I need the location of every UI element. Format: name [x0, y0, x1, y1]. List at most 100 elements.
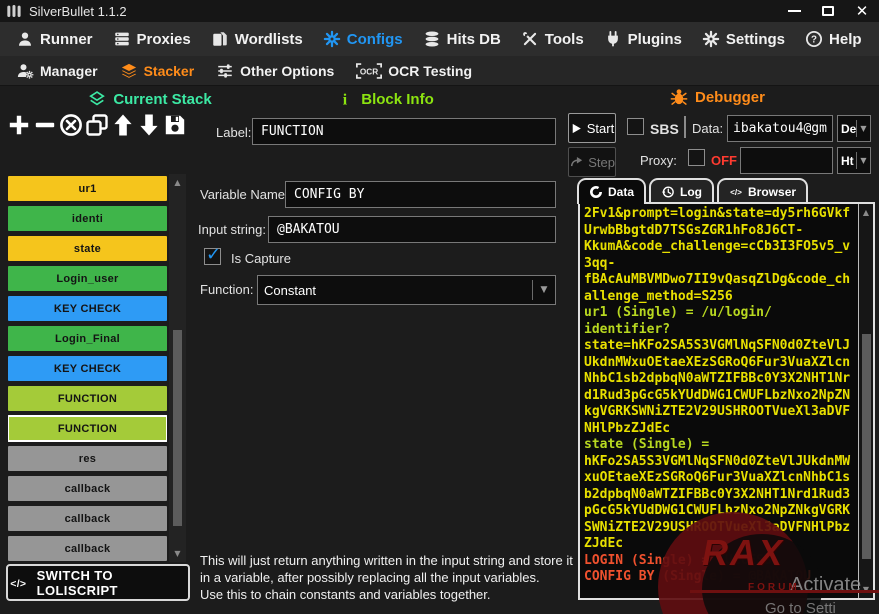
stack-item[interactable]: Login_Final: [8, 326, 167, 351]
scroll-thumb[interactable]: [173, 330, 182, 526]
is-capture-checkbox[interactable]: ✓: [204, 248, 221, 265]
sbs-label: SBS: [650, 121, 679, 137]
menu-item-configs[interactable]: Configs: [315, 27, 411, 51]
play-icon: [570, 122, 583, 135]
block-help-text: This will just return anything written i…: [200, 552, 576, 603]
data-type-value: Def: [838, 122, 856, 136]
debugger-log-panel: 2Fv1&prompt=login&state=dy5rh6GVkfUrwbBb…: [578, 202, 875, 600]
log-lines[interactable]: 2Fv1&prompt=login&state=dy5rh6GVkfUrwbBb…: [584, 206, 855, 596]
variable-name-input[interactable]: [285, 181, 556, 208]
move-up-button[interactable]: [110, 110, 136, 140]
duplicate-block-button[interactable]: [84, 110, 110, 140]
menu-label: OCR Testing: [388, 63, 472, 79]
stack-item[interactable]: FUNCTION: [8, 386, 167, 411]
proxy-type-dropdown[interactable]: Ht ▼: [837, 147, 871, 174]
log-scrollbar[interactable]: ▲ ▼: [858, 204, 873, 598]
submenu-item-other-options[interactable]: Other Options: [208, 59, 342, 83]
proxy-type-value: Ht: [838, 154, 856, 168]
submenu-item-ocr-testing[interactable]: OCR OCR Testing: [348, 59, 480, 83]
menu-label: Other Options: [240, 63, 334, 79]
function-dropdown[interactable]: Constant ▼: [257, 275, 556, 305]
minimize-button[interactable]: [777, 0, 811, 22]
stack-item[interactable]: callback: [8, 536, 167, 561]
window-title: SilverBullet 1.1.2: [29, 4, 127, 19]
section-title: Block Info: [361, 91, 434, 108]
log-line: xuOEtaeXEzSGRoQ6Fur3VuaXZlcnNhbC1s: [584, 470, 855, 487]
menu-item-help[interactable]: ?Help: [797, 27, 870, 51]
input-string-input[interactable]: [268, 216, 556, 243]
data-type-dropdown[interactable]: Def ▼: [837, 115, 871, 142]
stack-item[interactable]: KEY CHECK: [8, 296, 167, 321]
scroll-down-arrow[interactable]: ▼: [169, 549, 186, 558]
main-menu: Runner Proxies Wordlists Configs Hits DB…: [0, 22, 879, 56]
start-label: Start: [587, 121, 614, 136]
switch-to-loliscript-button[interactable]: </> SWITCH TO LOLISCRIPT: [6, 564, 190, 601]
start-button[interactable]: Start: [568, 113, 616, 143]
proxy-status: OFF: [711, 153, 737, 168]
stack-item[interactable]: callback: [8, 506, 167, 531]
submenu-item-stacker[interactable]: Stacker: [112, 59, 203, 83]
tab-data[interactable]: Data: [577, 178, 646, 204]
remove-block-button[interactable]: [32, 110, 58, 140]
stack-item[interactable]: callback: [8, 476, 167, 501]
clear-stack-button[interactable]: [58, 110, 84, 140]
is-capture-label: Is Capture: [231, 251, 291, 266]
section-title: Current Stack: [113, 91, 211, 108]
scroll-up-arrow[interactable]: ▲: [169, 178, 186, 187]
add-block-button[interactable]: [6, 110, 32, 140]
log-line: fBAcAuMBVMDwo7II9vQasqZlDg&code_ch: [584, 272, 855, 289]
tab-log[interactable]: Log: [649, 178, 714, 204]
maximize-button[interactable]: [811, 0, 845, 22]
data-input[interactable]: [727, 115, 833, 142]
stack-item[interactable]: FUNCTION: [8, 416, 167, 441]
menu-item-silver-zone[interactable]: Silver Zone5: [874, 27, 879, 51]
tab-label: Browser: [748, 185, 796, 199]
menu-item-hits-db[interactable]: Hits DB: [415, 27, 509, 51]
menu-label: Configs: [347, 31, 403, 48]
log-line: 3qq-: [584, 256, 855, 273]
save-stack-button[interactable]: [162, 110, 188, 140]
menu-item-runner[interactable]: Runner: [8, 27, 101, 51]
label-input[interactable]: [252, 118, 556, 145]
menu-item-wordlists[interactable]: Wordlists: [203, 27, 311, 51]
proxy-checkbox[interactable]: [688, 149, 705, 166]
menu-item-plugins[interactable]: Plugins: [596, 27, 690, 51]
scroll-thumb[interactable]: [862, 334, 871, 559]
stack-item[interactable]: identi: [8, 206, 167, 231]
log-tab-icon: [661, 185, 675, 199]
stack-item[interactable]: state: [8, 236, 167, 261]
menu-item-proxies[interactable]: Proxies: [105, 27, 199, 51]
stack-list: ur1 identi state Login_user KEY CHECK Login_F…: [8, 176, 167, 562]
current-stack-header: Current Stack: [55, 90, 245, 108]
function-caption: Function:: [200, 282, 253, 297]
sbs-checkbox[interactable]: [627, 118, 644, 135]
switch-button-label: SWITCH TO LOLISCRIPT: [37, 568, 188, 598]
menu-item-settings[interactable]: Settings: [694, 27, 793, 51]
tab-browser[interactable]: </> Browser: [717, 178, 808, 204]
data-tab-icon: [589, 185, 603, 199]
step-arrow-icon: [569, 155, 584, 169]
section-title: Debugger: [695, 89, 765, 106]
menu-item-tools[interactable]: Tools: [513, 27, 592, 51]
stack-item[interactable]: ur1: [8, 176, 167, 201]
svg-text:OCR: OCR: [360, 67, 378, 76]
stack-item[interactable]: res: [8, 446, 167, 471]
close-button[interactable]: ✕: [845, 0, 879, 22]
stacker-layers-icon: [120, 62, 138, 80]
ocr-icon: OCR: [356, 62, 382, 80]
svg-text:?: ?: [811, 35, 817, 46]
submenu-item-manager[interactable]: Manager: [8, 59, 106, 83]
scroll-down-arrow[interactable]: ▼: [859, 585, 873, 594]
menu-label: Wordlists: [235, 31, 303, 48]
log-line: hKFo2SA5S3VGMlNqSFN0d0ZteVlJUkdnMW: [584, 454, 855, 471]
step-label: Step: [588, 155, 615, 170]
wordlists-icon: [211, 30, 229, 48]
log-line: pGcG5kYUdDWG1CWUFLbzNxo2NpZNkgVGRK: [584, 503, 855, 520]
stack-item[interactable]: KEY CHECK: [8, 356, 167, 381]
proxy-input[interactable]: [740, 147, 833, 174]
scroll-up-arrow[interactable]: ▲: [859, 208, 873, 217]
step-button[interactable]: Step: [568, 147, 616, 177]
move-down-button[interactable]: [136, 110, 162, 140]
stack-item[interactable]: Login_user: [8, 266, 167, 291]
stack-scrollbar[interactable]: ▲ ▼: [169, 174, 186, 562]
